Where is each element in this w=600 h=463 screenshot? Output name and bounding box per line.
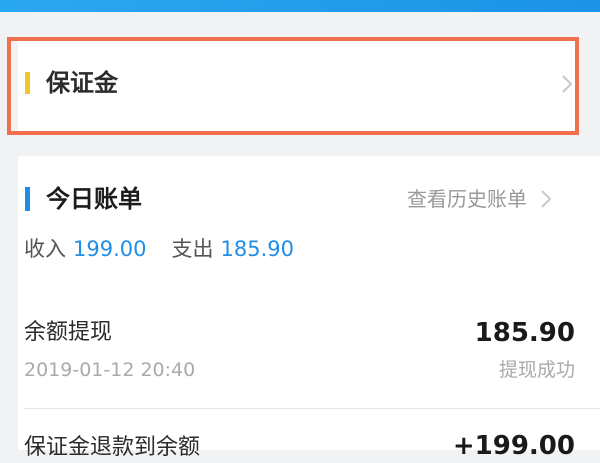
transaction-amount: +199.00 <box>452 431 575 461</box>
transaction-amount: 185.90 <box>474 318 575 348</box>
transaction-divider <box>24 408 600 409</box>
bill-summary: 收入 199.00 支出 185.90 <box>24 234 294 264</box>
chevron-right-icon[interactable] <box>560 74 574 94</box>
transaction-status: 提现成功 <box>498 359 575 381</box>
history-bills-link[interactable]: 查看历史账单 <box>407 184 553 214</box>
expense-value: 185.90 <box>220 237 294 261</box>
history-bills-link-label: 查看历史账单 <box>407 187 527 211</box>
chevron-right-icon <box>541 190 552 208</box>
top-app-bar <box>0 0 600 12</box>
bill-accent-bar <box>25 187 30 211</box>
deposit-title: 保证金 <box>46 69 118 97</box>
transaction-title: 余额提现 <box>24 320 113 345</box>
transaction-time: 2019-01-12 20:40 <box>24 359 196 381</box>
income-label: 收入 <box>24 237 66 261</box>
expense-label: 支出 <box>171 237 214 261</box>
transaction-title: 保证金退款到余额 <box>24 435 201 460</box>
income-value: 199.00 <box>73 237 147 261</box>
deposit-accent-bar <box>25 72 30 94</box>
bill-title: 今日账单 <box>46 185 142 213</box>
